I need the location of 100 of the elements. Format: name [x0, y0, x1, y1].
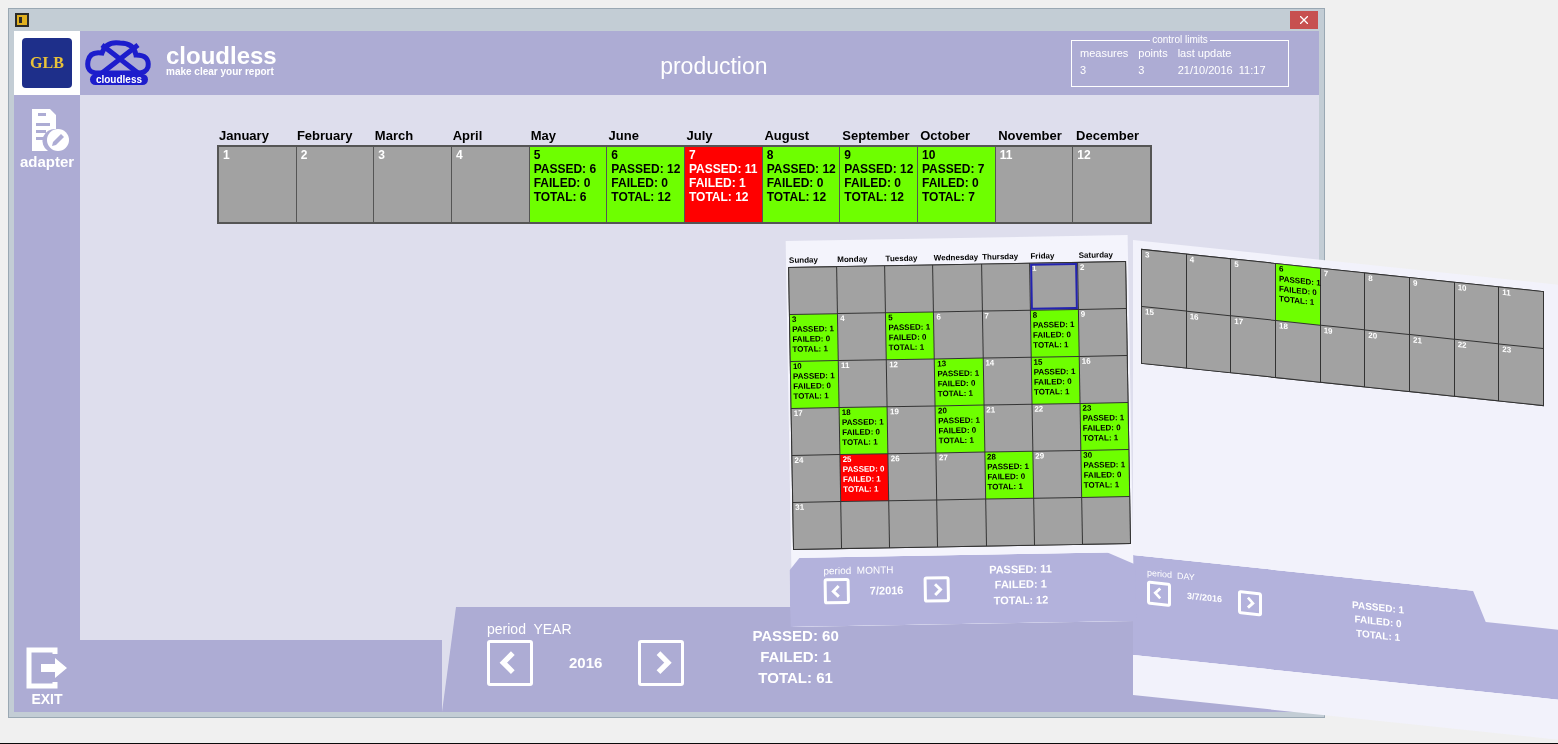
month-cell[interactable]: 6 PASSED: 12 FAILED: 0 TOTAL: 12: [607, 147, 684, 222]
month-cell[interactable]: 7 PASSED: 11 FAILED: 1 TOTAL: 12: [685, 147, 762, 222]
day-cell[interactable]: [937, 499, 986, 547]
day-cell[interactable]: 13 PASSED: 1 FAILED: 0 TOTAL: 1: [935, 358, 984, 406]
result-text: PASSED: 12: [766, 162, 836, 176]
result-text: TOTAL: 1: [793, 391, 830, 402]
limit-label: measures: [1080, 46, 1129, 61]
day-cell[interactable]: 10 PASSED: 1 FAILED: 0 TOTAL: 1: [790, 361, 839, 408]
day-number: 27: [938, 452, 949, 464]
result-text: FAILED: 0: [888, 332, 928, 344]
day-number: 2: [1079, 262, 1086, 273]
result-text: FAILED: 0: [938, 425, 978, 437]
result-text: FAILED: 0: [1083, 470, 1123, 481]
previous-button[interactable]: [487, 640, 533, 686]
result-text: TOTAL: 1: [1033, 339, 1070, 351]
result-text: TOTAL: 1: [843, 484, 880, 496]
day-cell[interactable]: 1: [1029, 262, 1078, 310]
hour-cell[interactable]: 19: [1320, 325, 1365, 387]
day-cell[interactable]: [789, 267, 838, 314]
day-number: 8: [1032, 309, 1039, 321]
day-cell[interactable]: 19: [887, 406, 936, 454]
previous-button[interactable]: [823, 577, 850, 605]
month-cell[interactable]: 3: [374, 147, 451, 222]
day-cell[interactable]: 30 PASSED: 1 FAILED: 0 TOTAL: 1: [1081, 450, 1130, 497]
day-cell[interactable]: 3 PASSED: 1 FAILED: 0 TOTAL: 1: [789, 314, 838, 361]
result-text: PASSED: 1: [1082, 413, 1126, 424]
day-cell[interactable]: [1082, 497, 1130, 544]
day-number: 9: [844, 148, 852, 162]
hour-cell[interactable]: 20: [1365, 330, 1409, 391]
month-cell[interactable]: 2: [296, 147, 374, 222]
day-cell[interactable]: 5 PASSED: 1 FAILED: 0 TOTAL: 1: [886, 312, 935, 360]
previous-button[interactable]: [1147, 579, 1171, 607]
month-cell[interactable]: 9 PASSED: 12 FAILED: 0 TOTAL: 12: [840, 147, 917, 222]
month-cell[interactable]: 1: [219, 147, 296, 222]
hour-cell[interactable]: 8: [1365, 273, 1409, 334]
month-label: February: [295, 127, 354, 145]
hour-cell[interactable]: 21: [1410, 335, 1454, 396]
day-cell[interactable]: 17: [791, 408, 840, 455]
day-number: 26: [890, 453, 901, 465]
next-button[interactable]: [923, 576, 950, 603]
day-cell[interactable]: 11: [838, 360, 887, 408]
day-cell[interactable]: [985, 498, 1034, 546]
month-cell[interactable]: 11: [995, 147, 1073, 222]
close-button[interactable]: [1290, 11, 1318, 29]
day-cell[interactable]: 14: [983, 357, 1032, 405]
day-cell[interactable]: 4: [838, 313, 886, 361]
result-text: PASSED: 6: [533, 162, 598, 176]
day-cell[interactable]: 20 PASSED: 1 FAILED: 0 TOTAL: 1: [936, 405, 984, 453]
day-cell[interactable]: 29: [1033, 450, 1081, 498]
day-cell[interactable]: [1033, 497, 1082, 545]
day-cell[interactable]: 8 PASSED: 1 FAILED: 0 TOTAL: 1: [1030, 309, 1079, 357]
month-label: October: [919, 127, 972, 145]
hour-number: 9: [1413, 278, 1419, 290]
hour-cell[interactable]: 18: [1276, 321, 1320, 382]
month-cell[interactable]: 8 PASSED: 12 FAILED: 0 TOTAL: 12: [762, 147, 840, 222]
day-cell[interactable]: [981, 263, 1030, 311]
day-number: 29: [1035, 450, 1046, 462]
result-text: PASSED: 0: [842, 464, 886, 476]
hour-cell[interactable]: 17: [1231, 316, 1275, 377]
day-number: 4: [456, 148, 464, 162]
day-cell[interactable]: [933, 264, 982, 312]
hour-cell[interactable]: 16: [1186, 311, 1231, 373]
next-button[interactable]: [638, 640, 685, 686]
day-cell[interactable]: 12: [887, 359, 935, 407]
day-cell[interactable]: 2: [1077, 262, 1126, 309]
day-cell[interactable]: 24: [792, 455, 841, 502]
day-cell[interactable]: 15 PASSED: 1 FAILED: 0 TOTAL: 1: [1031, 356, 1080, 404]
day-cell[interactable]: 28 PASSED: 1 FAILED: 0 TOTAL: 1: [984, 451, 1033, 499]
day-cell[interactable]: [837, 266, 886, 314]
month-cell[interactable]: 5 PASSED: 6 FAILED: 0 TOTAL: 6: [529, 147, 607, 222]
day-cell[interactable]: 9: [1078, 309, 1127, 356]
day-cell[interactable]: 16: [1079, 356, 1128, 403]
day-cell[interactable]: 18 PASSED: 1 FAILED: 0 TOTAL: 1: [839, 407, 888, 455]
day-cell[interactable]: 23 PASSED: 1 FAILED: 0 TOTAL: 1: [1080, 403, 1129, 450]
day-cell[interactable]: 26: [888, 453, 937, 501]
day-cell[interactable]: [841, 501, 890, 549]
day-cell[interactable]: 25 PASSED: 0 FAILED: 1 TOTAL: 1: [840, 454, 889, 502]
day-cell[interactable]: [889, 500, 938, 548]
adapter-button[interactable]: adapter: [19, 107, 75, 171]
logo-badge: cloudless: [89, 74, 149, 85]
month-cell[interactable]: 4: [452, 147, 529, 222]
day-cell[interactable]: 21: [984, 404, 1033, 452]
brand-name: cloudless: [166, 45, 277, 67]
day-number: 3: [791, 314, 798, 325]
day-cell[interactable]: 22: [1032, 403, 1081, 451]
day-cell[interactable]: [885, 265, 934, 313]
next-button[interactable]: [1238, 589, 1263, 617]
day-cell[interactable]: 27: [936, 452, 985, 500]
day-cell[interactable]: 31: [793, 502, 842, 549]
day-cell[interactable]: 6: [934, 311, 983, 359]
month-cell[interactable]: 12: [1073, 147, 1150, 222]
day-cell[interactable]: 7: [982, 310, 1031, 358]
hour-cell[interactable]: 22: [1454, 339, 1499, 401]
day-number: 19: [889, 406, 900, 418]
hour-cell[interactable]: 15: [1142, 306, 1186, 368]
app-icon: [15, 13, 29, 27]
result-text: TOTAL: 12: [766, 190, 828, 204]
hour-cell[interactable]: 23: [1499, 344, 1543, 406]
exit-button[interactable]: EXIT: [25, 646, 69, 708]
month-cell[interactable]: 10 PASSED: 7 FAILED: 0 TOTAL: 7: [918, 147, 995, 222]
